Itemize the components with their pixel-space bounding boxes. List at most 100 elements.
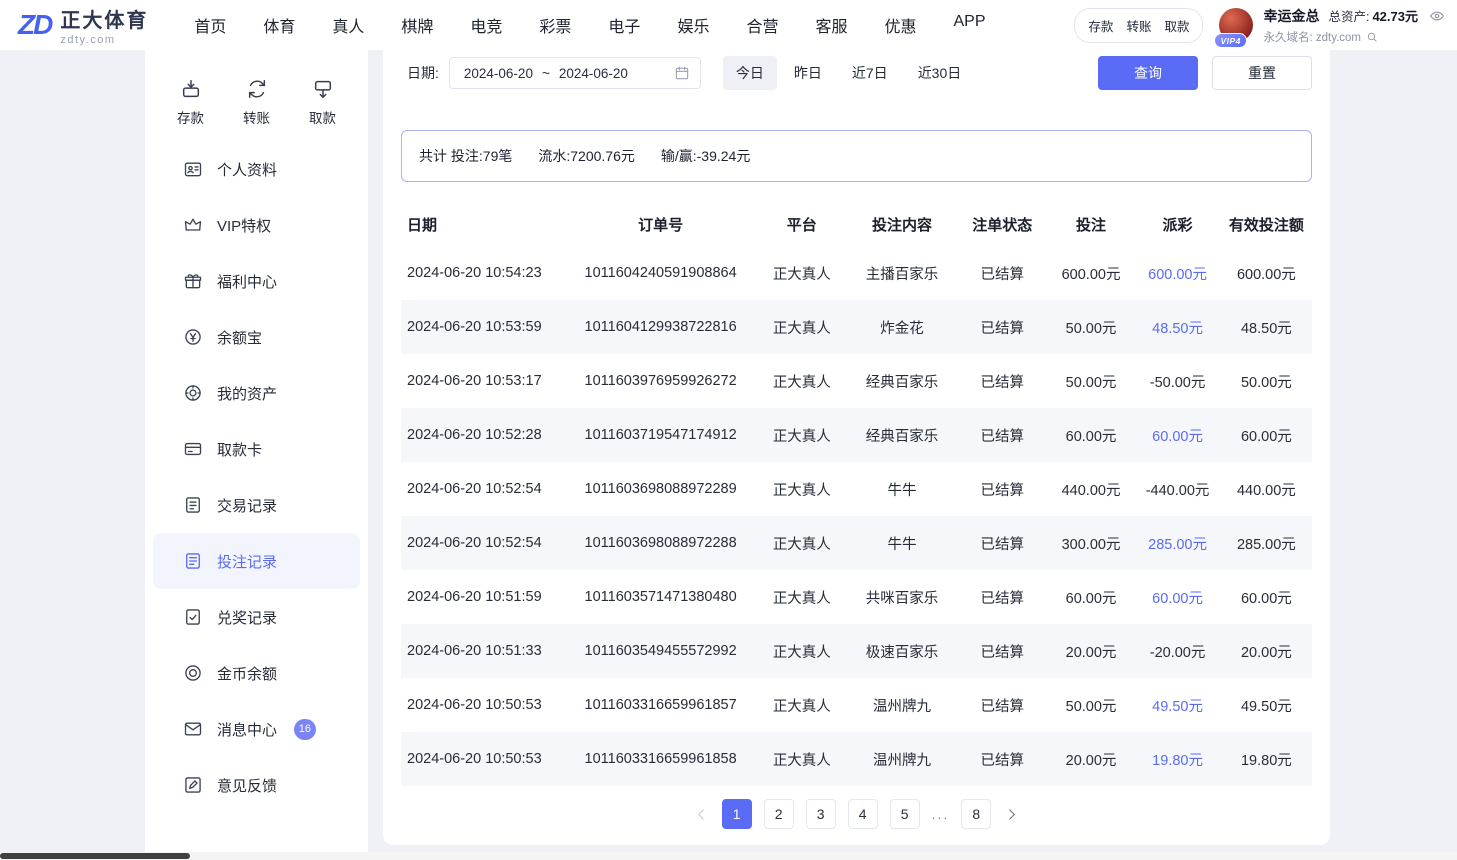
search-icon[interactable] <box>1366 31 1378 43</box>
page-button[interactable]: 3 <box>806 799 836 829</box>
sidebar-item-label: 福利中心 <box>217 271 277 292</box>
table-row: 2024-06-20 10:52:541011603698088972289正大… <box>401 462 1312 516</box>
sidebar-shortcut[interactable]: 转账 <box>243 78 270 127</box>
summary-total: 共计 投注:79笔 <box>419 146 512 166</box>
cell-content: 牛牛 <box>847 516 956 570</box>
cell-payout: 60.00元 <box>1134 408 1221 462</box>
table-row: 2024-06-20 10:53:591011604129938722816正大… <box>401 300 1312 354</box>
main-nav: 首页 体育 真人 棋牌 电竞 彩票 电子 娱乐 合营 客服 优惠 APP <box>194 13 985 37</box>
scrollbar-thumb[interactable] <box>0 853 190 859</box>
cell-payout: -20.00元 <box>1134 624 1221 678</box>
nav-item[interactable]: 棋牌 <box>401 13 433 37</box>
page-button[interactable]: 4 <box>848 799 878 829</box>
logo[interactable]: ZD 正大体育 zdty.com <box>18 4 148 46</box>
page-button[interactable]: 2 <box>764 799 794 829</box>
cell-date: 2024-06-20 10:51:33 <box>401 624 565 678</box>
eye-icon[interactable] <box>1429 8 1445 24</box>
cell-content: 温州牌九 <box>847 732 956 786</box>
cell-date: 2024-06-20 10:52:54 <box>401 462 565 516</box>
cell-payout: 60.00元 <box>1134 570 1221 624</box>
date-to: 2024-06-20 <box>559 66 628 81</box>
nav-item[interactable]: 首页 <box>194 13 226 37</box>
sidebar-item-label: 交易记录 <box>217 495 277 516</box>
table-row: 2024-06-20 10:53:171011603976959926272正大… <box>401 354 1312 408</box>
page-button[interactable]: 8 <box>961 799 991 829</box>
cell-date: 2024-06-20 10:50:53 <box>401 732 565 786</box>
sidebar-shortcuts: 存款转账取款 <box>145 50 368 127</box>
nav-item[interactable]: 客服 <box>815 13 847 37</box>
cell-valid: 49.50元 <box>1221 678 1312 732</box>
column-header: 投注内容 <box>847 202 956 246</box>
nav-item[interactable]: 彩票 <box>539 13 571 37</box>
nav-item[interactable]: 体育 <box>263 13 295 37</box>
sidebar-item-label: 投注记录 <box>217 551 277 572</box>
sidebar-shortcut[interactable]: 存款 <box>177 78 204 127</box>
sidebar-item[interactable]: 消息中心16 <box>153 701 360 757</box>
date-range-input[interactable]: 2024-06-20 ~ 2024-06-20 <box>449 57 701 89</box>
cell-valid: 48.50元 <box>1221 300 1312 354</box>
cell-date: 2024-06-20 10:52:28 <box>401 408 565 462</box>
range-button[interactable]: 今日 <box>723 56 777 90</box>
sidebar-item[interactable]: 意见反馈 <box>153 757 360 813</box>
cell-bet: 60.00元 <box>1048 408 1135 462</box>
nav-item[interactable]: 电竞 <box>470 13 502 37</box>
wallet-action-button[interactable]: 取款 <box>1164 16 1189 35</box>
sidebar-item[interactable]: VIP特权 <box>153 197 360 253</box>
avatar[interactable]: VIP4 <box>1219 8 1253 42</box>
sidebar-item[interactable]: 取款卡 <box>153 421 360 477</box>
nav-item[interactable]: 优惠 <box>884 13 916 37</box>
page-button[interactable]: 5 <box>890 799 920 829</box>
page-button[interactable]: 1 <box>722 799 752 829</box>
column-header: 注单状态 <box>957 202 1048 246</box>
horizontal-scrollbar[interactable] <box>0 852 1457 860</box>
sidebar-item[interactable]: 个人资料 <box>153 141 360 197</box>
cell-order: 1011604129938722816 <box>565 300 756 354</box>
column-header: 投注 <box>1048 202 1135 246</box>
feedback-icon <box>183 775 203 795</box>
next-page-button[interactable] <box>1003 806 1020 823</box>
cell-bet: 20.00元 <box>1048 732 1135 786</box>
sidebar-item[interactable]: 交易记录 <box>153 477 360 533</box>
cell-order: 1011603549455572992 <box>565 624 756 678</box>
nav-item[interactable]: 真人 <box>332 13 364 37</box>
sidebar-item-label: 消息中心 <box>217 719 277 740</box>
sidebar-item[interactable]: 兑奖记录 <box>153 589 360 645</box>
user-info: 幸运金总 总资产: 42.73元 永久域名: zdty.com <box>1263 6 1445 45</box>
sidebar-item[interactable]: 余额宝 <box>153 309 360 365</box>
sidebar-item-label: 意见反馈 <box>217 775 277 796</box>
calendar-icon[interactable] <box>674 65 690 81</box>
range-button[interactable]: 近30日 <box>905 56 975 90</box>
nav-item[interactable]: 电子 <box>608 13 640 37</box>
nav-item[interactable]: 娱乐 <box>677 13 709 37</box>
range-button[interactable]: 昨日 <box>781 56 835 90</box>
cell-status: 已结算 <box>957 624 1048 678</box>
sidebar-item-label: VIP特权 <box>217 215 271 236</box>
shortcut-label: 取款 <box>309 107 336 127</box>
wallet-action-button[interactable]: 存款 <box>1088 16 1113 35</box>
table-row: 2024-06-20 10:54:231011604240591908864正大… <box>401 246 1312 300</box>
cell-valid: 600.00元 <box>1221 246 1312 300</box>
logo-icon: ZD <box>18 9 51 41</box>
sidebar-item[interactable]: 金币余额 <box>153 645 360 701</box>
profile-icon <box>183 159 203 179</box>
range-button[interactable]: 近7日 <box>839 56 901 90</box>
cell-bet: 50.00元 <box>1048 300 1135 354</box>
nav-item[interactable]: 合营 <box>746 13 778 37</box>
sidebar-item-label: 金币余额 <box>217 663 277 684</box>
query-button[interactable]: 查询 <box>1098 56 1198 90</box>
pagination-pages: 12345...8 <box>722 799 992 829</box>
sidebar-shortcut[interactable]: 取款 <box>309 78 336 127</box>
summary-bar: 共计 投注:79笔 流水:7200.76元 输/赢:-39.24元 <box>401 130 1312 182</box>
prev-page-button[interactable] <box>693 806 710 823</box>
wallet-action-button[interactable]: 转账 <box>1126 16 1151 35</box>
cell-status: 已结算 <box>957 570 1048 624</box>
column-header: 订单号 <box>565 202 756 246</box>
cell-bet: 50.00元 <box>1048 354 1135 408</box>
sidebar-item[interactable]: 福利中心 <box>153 253 360 309</box>
sidebar-item[interactable]: 投注记录 <box>153 533 360 589</box>
cell-platform: 正大真人 <box>756 462 847 516</box>
nav-item[interactable]: APP <box>954 13 986 37</box>
reset-button[interactable]: 重置 <box>1212 56 1312 90</box>
sidebar-item-label: 我的资产 <box>217 383 277 404</box>
sidebar-item[interactable]: 我的资产 <box>153 365 360 421</box>
